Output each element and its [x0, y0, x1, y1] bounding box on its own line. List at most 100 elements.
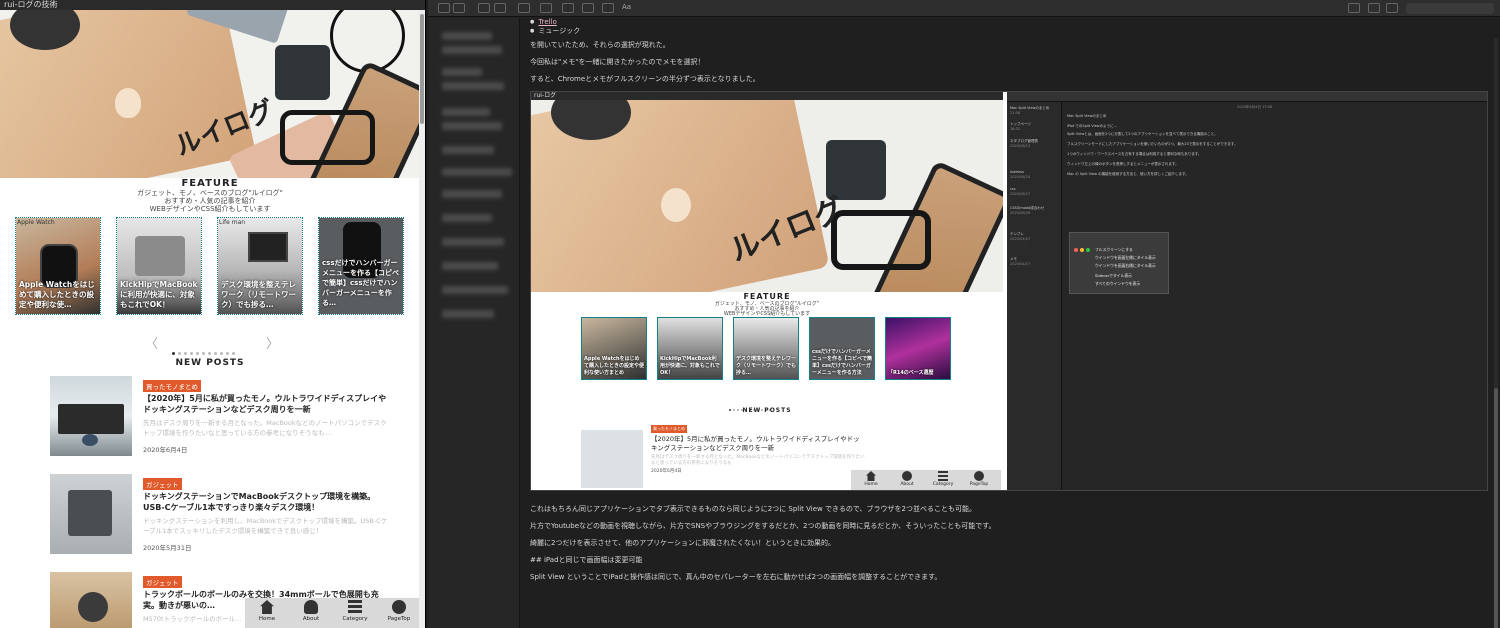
format-button[interactable]: Aa — [622, 3, 631, 11]
nav-about[interactable]: About — [291, 600, 331, 622]
list-icon[interactable] — [494, 3, 506, 13]
list-item[interactable] — [442, 286, 508, 294]
post-item[interactable]: 買ったモノまとめ 【2020年】5月に私が買ったモノ。ウルトラワイドディスプレイ… — [50, 376, 390, 458]
apple-logo-icon — [115, 88, 141, 118]
note-paragraph: を開いていたため、それらの選択が現れた。 — [530, 41, 670, 49]
note-editor[interactable]: Trello ミュージック を開いていたため、それらの選択が現れた。 今回私は"… — [520, 18, 1500, 628]
list-item[interactable] — [442, 190, 502, 198]
list-item[interactable] — [442, 262, 498, 270]
grid-view-icon[interactable] — [453, 3, 465, 13]
home-icon — [260, 600, 274, 614]
card-caption: デスク環境を整えテレワーク（リモートワーク）でも捗る… — [221, 280, 296, 309]
note-paragraph: これはもちろん同じアプリケーションでタブ表示できるものなら同じように2つに Sp… — [530, 505, 977, 513]
embedded-post-title: 【2020年】5月に私が買ったモノ。ウルトラワイドディスプレイやドッキングステー… — [651, 435, 860, 452]
post-date: 2020年6月4日 — [143, 446, 188, 454]
people-icon[interactable] — [1386, 3, 1398, 13]
browser-titlebar: rui-ログの技術 — [0, 0, 425, 10]
post-excerpt: 先月はデスク周りを一新する月となった。MacBookなどのノートパソコンでデスク… — [143, 419, 387, 437]
browser-scrollbar[interactable] — [419, 10, 425, 628]
nav-category[interactable]: Category — [335, 600, 375, 622]
embedded-screenshot: rui-ログ ルイログ FEATURE ガジェット、モノ、ベースのブログ"ルイロ… — [530, 91, 1488, 491]
card-caption: KickHipでMacBookに利用が快適に、対象もこれでOK！ — [120, 280, 198, 309]
notes-toolbar: Aa — [428, 0, 1500, 17]
lock-icon[interactable] — [1368, 3, 1380, 13]
embedded-bottom-nav: Home About Category PageTop — [851, 470, 1001, 490]
note-paragraph: 綺麗に2つだけを表示させて、他のアプリケーションに邪魔されたくない！というときに… — [530, 539, 835, 547]
feature-subtitle: WEBデザインやCSS紹介もしています — [149, 205, 271, 213]
post-thumbnail[interactable] — [50, 474, 132, 554]
arrow-up-icon — [392, 600, 406, 614]
post-title[interactable]: 【2020年】5月に私が買ったモノ。ウルトラワイドディスプレイやドッキングステー… — [143, 393, 388, 415]
list-item[interactable] — [442, 168, 512, 176]
carousel-next-button[interactable]: 〉 — [266, 333, 279, 352]
list-item[interactable] — [442, 68, 482, 76]
post-badge[interactable]: 買ったモノまとめ — [143, 380, 201, 392]
nav-pagetop[interactable]: PageTop — [379, 600, 419, 622]
note-heading: ## iPadと同じで画面幅は変更可能 — [530, 556, 643, 564]
feature-card[interactable]: KickHipでMacBookに利用が快適に、対象もこれでOK！ — [116, 217, 202, 315]
post-badge[interactable]: ガジェット — [143, 576, 182, 588]
list-item[interactable] — [442, 82, 504, 90]
embedded-card: KickHipでMacBook利用が快適に、対象もこれでOK！ — [657, 317, 723, 380]
list-item[interactable] — [442, 32, 492, 40]
feature-card[interactable]: Life man デスク環境を整えテレワーク（リモートワーク）でも捗る… — [217, 217, 303, 315]
embedded-post-thumbnail — [581, 430, 643, 488]
attach-icon[interactable] — [602, 3, 614, 13]
embedded-hero: ルイログ — [531, 100, 1003, 292]
feature-card[interactable]: cssだけでハンバーガーメニューを作る【コピペで簡単】cssだけでハンバーガーメ… — [318, 217, 404, 315]
new-posts-heading: NEW POSTS — [175, 358, 245, 368]
sidebar-toggle-icon[interactable] — [438, 3, 450, 13]
list-item[interactable] — [442, 108, 490, 116]
carousel-dots[interactable] — [172, 340, 238, 359]
embedded-post-excerpt: 先月はデスク周りを一新する月となった。MacBookなどのノートパソコンでデスク… — [651, 455, 865, 466]
card-tag: Life man — [219, 219, 246, 226]
embedded-card: 「R14のベース選歴 — [885, 317, 951, 380]
carousel-prev-button[interactable]: 〈 — [145, 333, 158, 352]
embedded-card: cssだけでハンバーガーメニューを作る【コピペで簡単】cssだけでハンバーガーメ… — [809, 317, 875, 380]
embedded-card: Apple Watchをはじめて購入したときの設定や便利な使い方まとめ — [581, 317, 647, 380]
panel-icon[interactable] — [478, 3, 490, 13]
list-item[interactable] — [442, 214, 492, 222]
trash-icon[interactable] — [518, 3, 530, 13]
list-item[interactable] — [442, 238, 504, 246]
post-title[interactable]: ドッキングステーションでMacBookデスクトップ環境を構築。USB-Cケーブル… — [143, 491, 388, 513]
note-link[interactable]: Trello — [538, 18, 556, 26]
list-item[interactable] — [442, 310, 494, 318]
feature-card[interactable]: Apple Watch Apple Watchをはじめて購入したときの設定や便利… — [15, 217, 101, 315]
feature-heading: FEATURE — [181, 178, 239, 189]
compose-icon[interactable] — [540, 3, 552, 13]
browser-window: rui-ログの技術 ルイログ FEATURE ガジェット、モノ、ベースのブログ"… — [0, 0, 426, 628]
list-item[interactable] — [442, 122, 502, 130]
note-paragraph: すると、Chromeとメモがフルスクリーンの半分ずつ表示となりました。 — [530, 75, 760, 83]
embedded-notes-app: Mac Split Viewのまとめ 21:58 トップページ 18:32 ネタ… — [1007, 92, 1487, 490]
embedded-card: デスク環境を整えテレワーク（リモートワーク）でも捗る… — [733, 317, 799, 380]
card-caption: cssだけでハンバーガーメニューを作る【コピペで簡単】cssだけでハンバーガーメ… — [322, 259, 399, 307]
list-icon — [348, 600, 362, 614]
embedded-note-list: Mac Split Viewのまとめ 21:58 トップページ 18:32 ネタ… — [1007, 102, 1062, 490]
nav-home[interactable]: Home — [247, 600, 287, 622]
editor-scrollbar[interactable] — [1494, 38, 1498, 628]
hero-image: ルイログ — [0, 10, 420, 178]
embedded-post-date: 2020年6月4日 — [651, 469, 682, 474]
embedded-feature-subtitle: WEBデザインやCSS紹介もしています — [723, 311, 811, 317]
table-icon[interactable] — [562, 3, 574, 13]
search-input[interactable] — [1406, 3, 1494, 14]
post-badge[interactable]: ガジェット — [143, 478, 182, 490]
share-icon[interactable] — [1348, 3, 1360, 13]
embedded-browser: rui-ログ ルイログ FEATURE ガジェット、モノ、ベースのブログ"ルイロ… — [531, 92, 1003, 490]
bottom-nav: Home About Category PageTop — [245, 598, 420, 628]
embedded-new-posts-heading: NEW POSTS — [742, 407, 792, 414]
post-thumbnail[interactable] — [50, 572, 132, 628]
checklist-icon[interactable] — [582, 3, 594, 13]
note-list — [428, 18, 520, 628]
list-item[interactable] — [442, 146, 494, 154]
notes-window: Aa Trello ミュージック を開いていたため、それらの選択が現 — [428, 0, 1500, 628]
list-item[interactable] — [442, 46, 502, 54]
embedded-browser-title: rui-ログ — [534, 92, 557, 99]
post-thumbnail[interactable] — [50, 376, 132, 456]
post-item[interactable]: ガジェット ドッキングステーションでMacBookデスクトップ環境を構築。USB… — [50, 474, 390, 556]
browser-title: rui-ログの技術 — [4, 0, 58, 9]
note-paragraph: 片方でYoutubeなどの動画を視聴しながら、片方でSNSやブラウジングをするだ… — [530, 522, 996, 530]
post-date: 2020年5月31日 — [143, 544, 192, 552]
note-list-item: ミュージック — [530, 26, 580, 36]
